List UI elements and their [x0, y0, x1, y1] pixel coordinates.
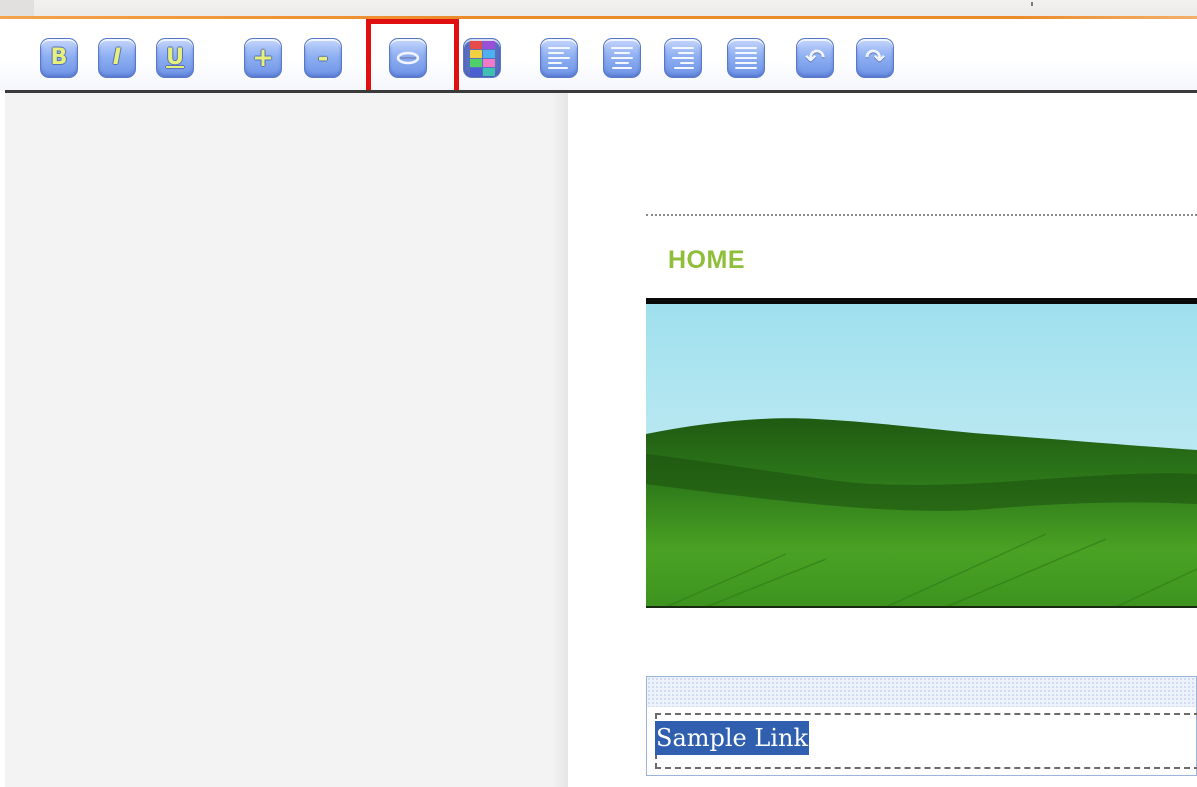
bold-icon: B [50, 45, 68, 70]
redo-icon: ↷ [864, 44, 886, 72]
increase-font-button[interactable]: + [244, 38, 282, 78]
align-center-button[interactable] [603, 38, 641, 78]
align-center-icon [611, 47, 633, 69]
italic-button[interactable]: I [98, 38, 136, 78]
align-left-button[interactable] [540, 38, 578, 78]
align-justify-icon [735, 47, 757, 69]
undo-button[interactable]: ↶ [796, 38, 834, 78]
banner-bottom-border [646, 606, 1197, 608]
top-strip-tick [1031, 2, 1033, 6]
left-panel [5, 93, 568, 787]
italic-icon: I [112, 45, 122, 70]
landscape-image [646, 304, 1197, 607]
align-right-button[interactable] [664, 38, 702, 78]
underline-icon: U [166, 45, 184, 70]
decrease-font-button[interactable]: - [304, 38, 342, 78]
dotted-divider [646, 214, 1197, 216]
color-palette-icon [469, 40, 495, 76]
selected-link-text[interactable]: Sample Link [655, 721, 809, 755]
underline-button[interactable]: U [156, 38, 194, 78]
banner-image [646, 304, 1197, 607]
align-right-icon [672, 47, 694, 69]
redo-button[interactable]: ↷ [856, 38, 894, 78]
bold-button[interactable]: B [40, 38, 78, 78]
highlight-annotation-box [366, 19, 459, 97]
minus-icon: - [317, 43, 329, 73]
text-color-button[interactable] [463, 38, 501, 78]
editor-app: B I U + - ↶ ↷ HOME Sample Link [0, 0, 1197, 787]
left-panel-edge [552, 93, 568, 787]
window-corner [0, 0, 34, 16]
nav-home-link[interactable]: HOME [668, 246, 745, 275]
undo-icon: ↶ [804, 44, 826, 72]
block-pattern [647, 677, 1196, 707]
plus-icon: + [252, 43, 274, 73]
align-left-icon [548, 47, 570, 69]
justify-button[interactable] [727, 38, 765, 78]
